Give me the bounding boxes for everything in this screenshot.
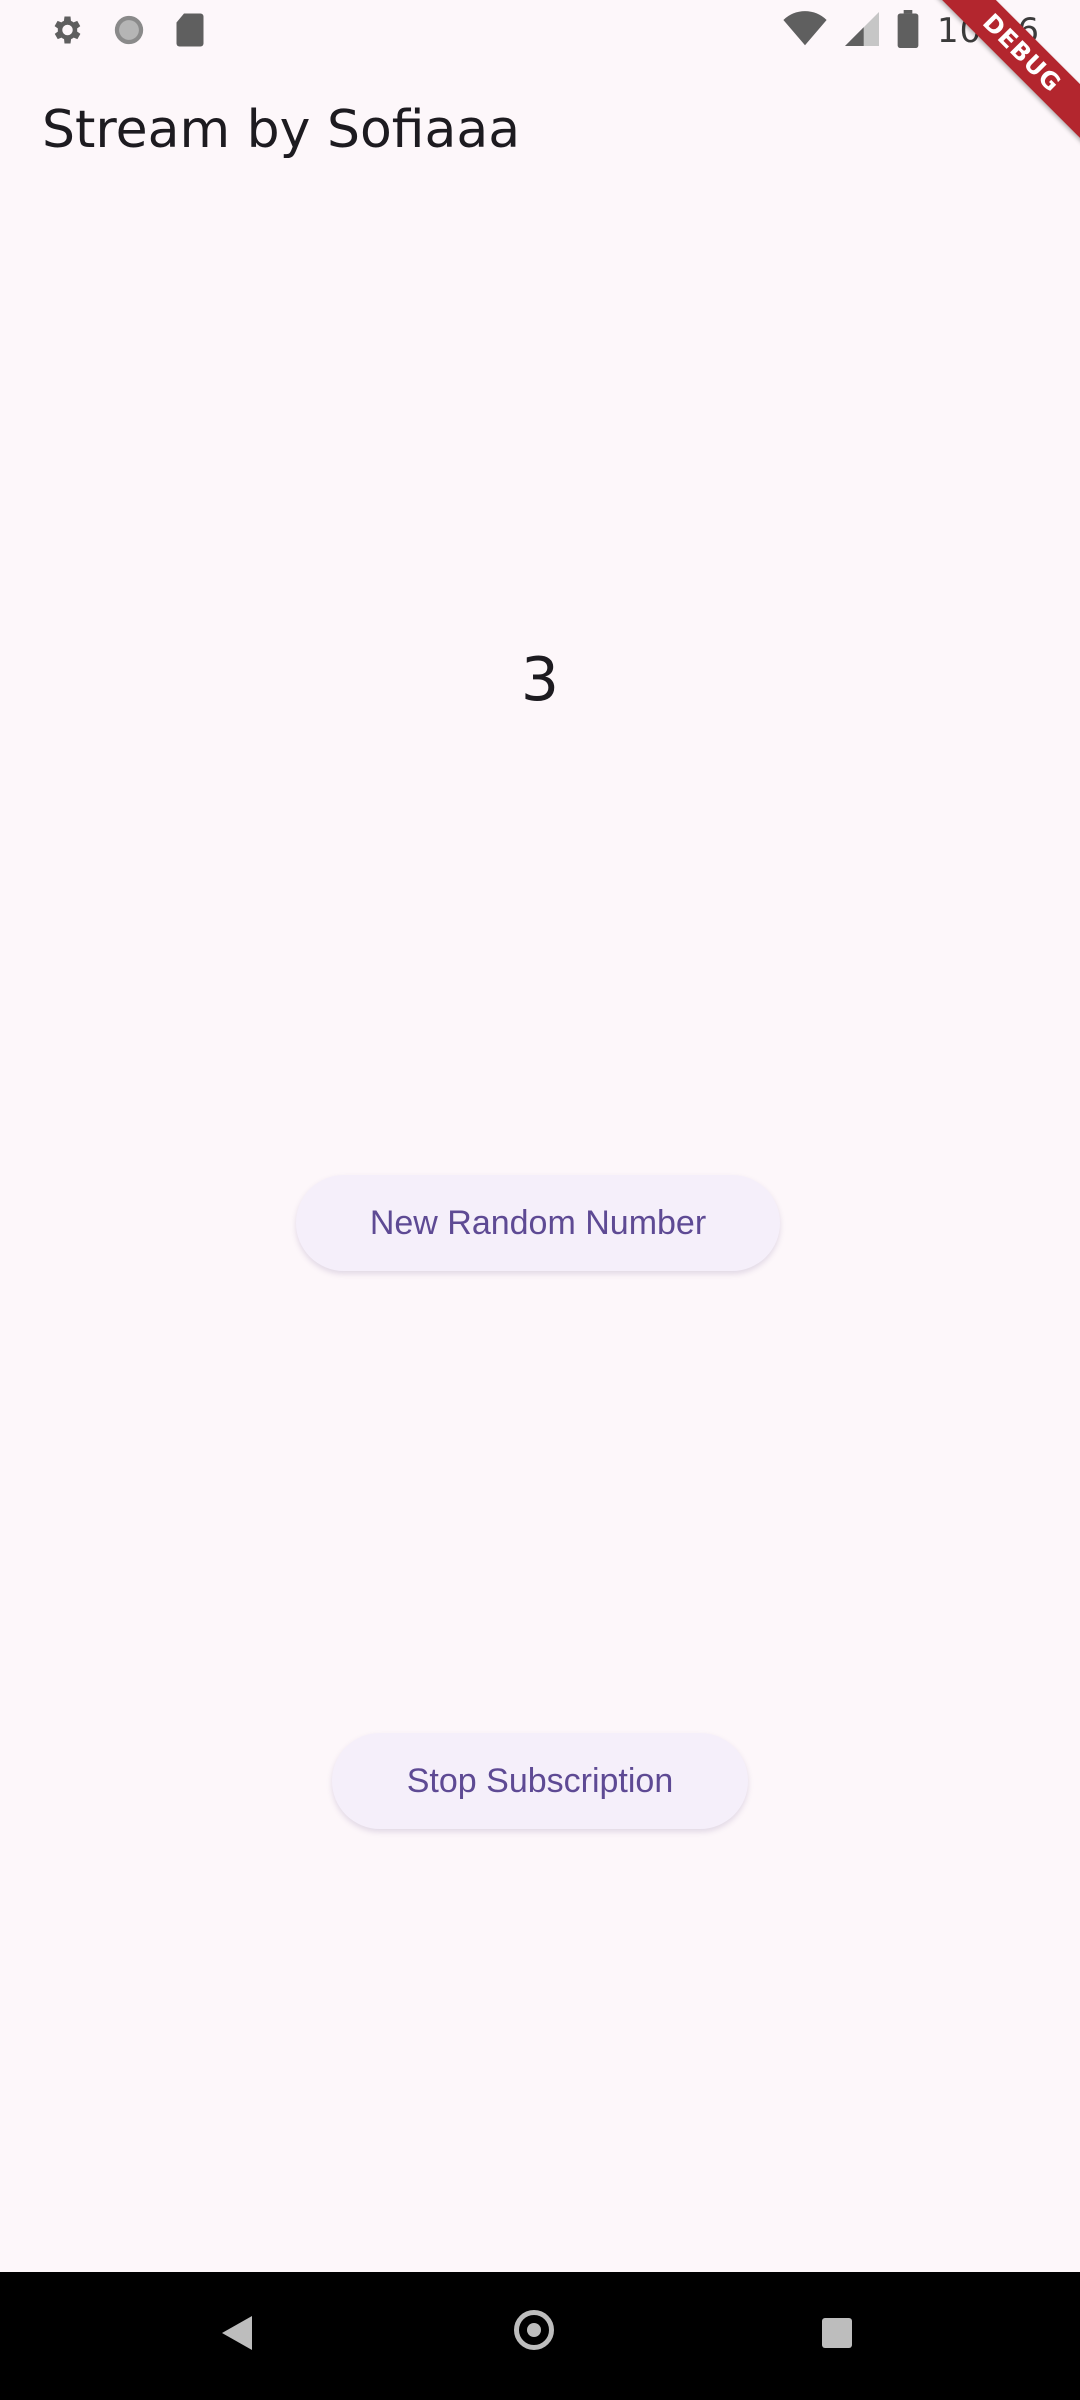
system-nav-bar <box>0 2272 1080 2400</box>
stop-subscription-button[interactable]: Stop Subscription <box>332 1733 748 1829</box>
app-screen: 10:26 DEBUG Stream by Sofiaaa 3 New Rand… <box>0 0 1080 2400</box>
wifi-icon <box>783 11 827 51</box>
status-bar: 10:26 <box>0 0 1080 64</box>
new-random-number-button[interactable]: New Random Number <box>296 1175 780 1271</box>
random-number-display: 3 <box>520 645 560 715</box>
gear-icon <box>48 12 84 52</box>
back-icon[interactable] <box>222 2316 252 2350</box>
signal-icon <box>845 12 880 50</box>
app-bar-title: Stream by Sofiaaa <box>42 100 521 160</box>
circle-icon <box>112 13 146 51</box>
battery-icon <box>897 10 919 52</box>
sd-card-icon <box>174 12 206 52</box>
home-icon-dot <box>527 2323 541 2337</box>
home-icon[interactable] <box>514 2310 554 2350</box>
recents-icon[interactable] <box>822 2318 852 2348</box>
status-left-icons <box>48 12 206 52</box>
